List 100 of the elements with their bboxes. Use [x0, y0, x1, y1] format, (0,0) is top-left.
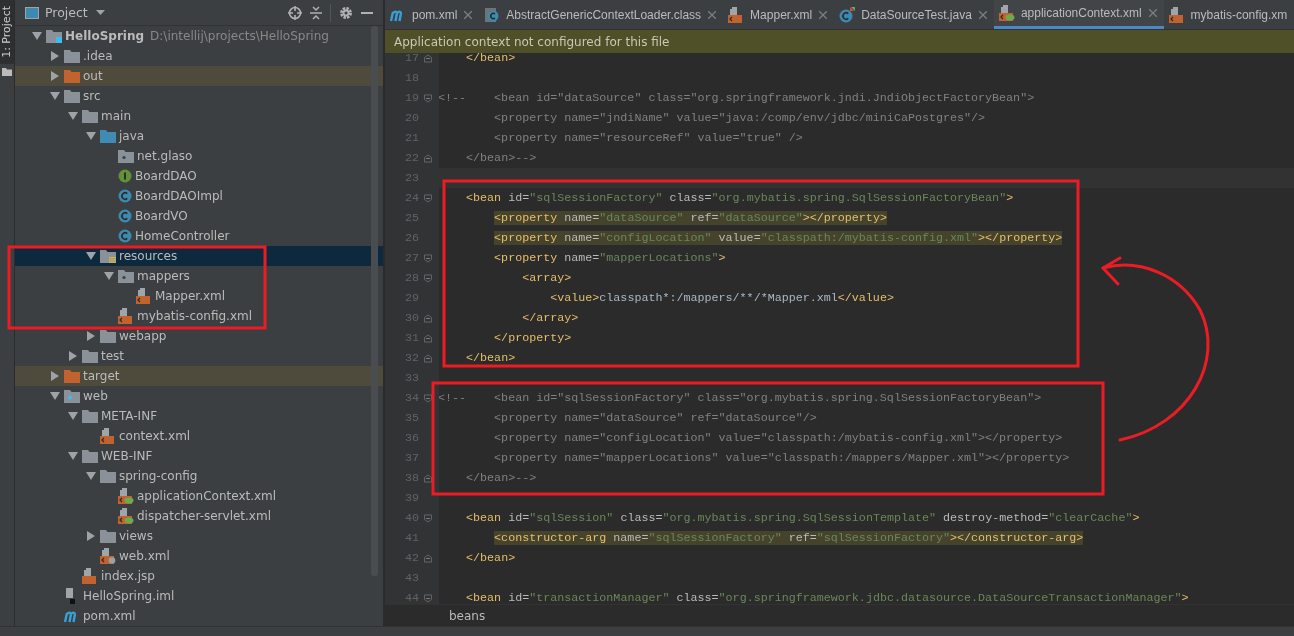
tree-item[interactable]: java [15, 126, 383, 146]
folder-icon [118, 149, 134, 163]
tree-item[interactable]: views [15, 526, 383, 546]
editor-tab[interactable]: AbstractGenericContextLoader.class [479, 0, 724, 29]
collapse-all-icon[interactable] [310, 5, 322, 20]
editor-tab[interactable]: pom.xml [385, 0, 480, 29]
class-icon [118, 209, 132, 223]
tree-item[interactable]: web.xml [15, 546, 383, 566]
expand-arrow-icon[interactable] [50, 371, 60, 381]
test-class-icon [839, 6, 856, 23]
fold-marker-icon[interactable] [424, 53, 432, 63]
tree-item[interactable]: META-INF [15, 406, 383, 426]
code-line: <value>classpath*:/mappers/**/*Mapper.xml</value> [549, 291, 894, 305]
expand-arrow-icon[interactable] [50, 51, 60, 61]
code-line: </property> [493, 331, 572, 345]
editor-tab[interactable]: applicationContext.xml [993, 0, 1164, 29]
tree-item[interactable]: Mapper.xml [15, 286, 383, 306]
fold-marker-icon[interactable] [424, 473, 432, 483]
fold-marker-icon[interactable] [424, 253, 432, 263]
panel-title[interactable]: Project [45, 5, 88, 20]
folder-icon [46, 29, 62, 43]
expand-arrow-icon[interactable] [32, 31, 42, 41]
expand-arrow-icon[interactable] [68, 351, 78, 361]
tree-item[interactable]: index.jsp [15, 566, 383, 586]
fold-marker-icon[interactable] [424, 513, 432, 523]
fold-marker-icon[interactable] [424, 193, 432, 203]
expand-arrow-icon[interactable] [68, 451, 78, 461]
tree-item[interactable]: BoardDAO [15, 166, 383, 186]
fold-marker-icon[interactable] [424, 393, 432, 403]
expand-arrow-icon[interactable] [86, 131, 96, 141]
tree-item[interactable]: dispatcher-servlet.xml [15, 506, 383, 526]
fold-marker-icon[interactable] [424, 313, 432, 323]
settings-icon[interactable] [339, 5, 353, 20]
tree-item[interactable]: mappers [15, 266, 383, 286]
tree-item[interactable]: BoardVO [15, 206, 383, 226]
project-path: D:\intellij\projects\HelloSpring [150, 29, 329, 43]
tree-item[interactable]: src [15, 86, 383, 106]
fold-marker-icon[interactable] [424, 333, 432, 343]
tree-item[interactable]: spring-config [15, 466, 383, 486]
tool-window-tab[interactable]: 1: Project [0, 0, 14, 64]
close-icon[interactable] [464, 10, 473, 19]
expand-arrow-icon[interactable] [50, 91, 60, 101]
fold-marker-icon[interactable] [424, 93, 432, 103]
editor-tab[interactable]: DataSourceTest.java [834, 0, 994, 29]
fold-marker-icon[interactable] [424, 153, 432, 163]
expand-arrow-icon[interactable] [86, 251, 96, 261]
tree-item[interactable]: HelloSpring D:\intellij\projects\HelloSpring [15, 26, 383, 46]
tree-item[interactable]: pom.xml [15, 606, 383, 626]
tree-item[interactable]: applicationContext.xml [15, 486, 383, 506]
close-icon[interactable] [1148, 9, 1157, 17]
dropdown-caret-icon[interactable] [95, 10, 105, 15]
minimize-icon[interactable] [361, 11, 373, 14]
code-line: </bean> [465, 351, 516, 365]
tree-item[interactable]: main [15, 106, 383, 126]
tree-item[interactable]: HomeController [15, 226, 383, 246]
fold-marker-icon[interactable] [424, 273, 432, 283]
editor-tab[interactable]: Mapper.xml [723, 0, 835, 29]
expand-arrow-icon[interactable] [86, 471, 96, 481]
notification-banner: Application context not configured for this file [385, 30, 1294, 53]
tree-item[interactable]: webapp [15, 326, 383, 346]
tree-item[interactable]: HelloSpring.iml [15, 586, 383, 606]
tree-item[interactable]: out [15, 66, 383, 86]
tree-item[interactable]: target [15, 366, 383, 386]
close-icon[interactable] [819, 10, 828, 19]
code-line: <constructor-arg name="sqlSessionFactory" ref="sqlSessionFactory"></constructor-arg> [493, 531, 1084, 545]
file-icon [100, 548, 116, 564]
expand-arrow-icon[interactable] [50, 71, 60, 81]
folder-icon [64, 89, 80, 103]
tree-item[interactable]: context.xml [15, 426, 383, 446]
expand-arrow-icon[interactable] [104, 271, 114, 281]
expand-arrow-icon[interactable] [68, 111, 78, 121]
tree-item[interactable]: test [15, 346, 383, 366]
file-icon [1168, 6, 1185, 23]
tree-item[interactable]: net.glaso [15, 146, 383, 166]
breadcrumb[interactable]: beans [449, 608, 486, 623]
code-line: </bean> [465, 551, 516, 565]
fold-marker-icon[interactable] [424, 593, 432, 603]
class-file-icon [484, 6, 501, 23]
tree-item[interactable]: .idea [15, 46, 383, 66]
file-icon [118, 488, 134, 504]
class-icon [118, 189, 132, 203]
locate-icon[interactable] [288, 5, 302, 20]
folder-icon [82, 349, 98, 363]
tree-item[interactable]: BoardDAOImpl [15, 186, 383, 206]
tree-item[interactable]: mybatis-config.xml [15, 306, 383, 326]
scrollbar-thumb[interactable] [371, 26, 378, 576]
tree-item[interactable]: WEB-INF [15, 446, 383, 466]
fold-marker-icon[interactable] [424, 553, 432, 563]
expand-arrow-icon[interactable] [86, 331, 96, 341]
editor-tab[interactable]: mybatis-config.xm [1163, 0, 1291, 29]
tree-item[interactable]: web [15, 386, 383, 406]
expand-arrow-icon[interactable] [86, 531, 96, 541]
close-icon[interactable] [708, 10, 717, 19]
folder-icon [100, 529, 116, 543]
code-line: <bean id="sqlSession" class="org.mybatis.spring.SqlSessionTemplate" destroy-method="clearCache"> [465, 511, 1140, 525]
close-icon[interactable] [978, 10, 987, 19]
fold-marker-icon[interactable] [424, 353, 432, 363]
expand-arrow-icon[interactable] [50, 391, 60, 401]
file-icon [100, 428, 116, 444]
expand-arrow-icon[interactable] [68, 411, 78, 421]
